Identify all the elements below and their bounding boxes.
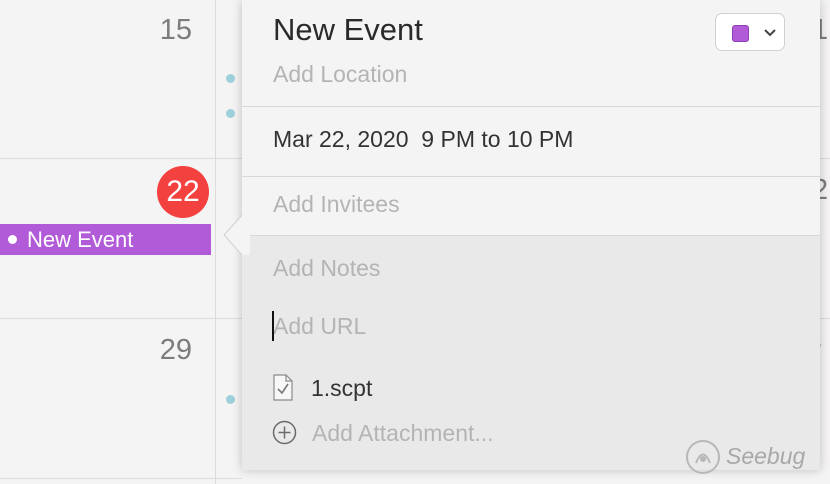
day-number-29[interactable]: 29 — [112, 334, 192, 367]
event-indicator-dot — [226, 395, 235, 404]
location-field[interactable]: Add Location — [273, 61, 407, 88]
event-indicator-dot — [226, 109, 235, 118]
divider — [242, 235, 820, 236]
add-circle-icon[interactable] — [272, 420, 297, 445]
watermark-text: Seebug — [726, 443, 806, 469]
event-title-field[interactable]: New Event — [273, 12, 423, 48]
row-divider — [0, 318, 242, 319]
calendar-event-new-event[interactable]: New Event — [0, 224, 211, 255]
popover-pointer — [223, 215, 250, 255]
divider — [242, 106, 820, 107]
attachment-file-name[interactable]: 1.scpt — [311, 375, 372, 402]
add-attachment-button[interactable]: Add Attachment... — [312, 420, 494, 447]
event-indicator-dot — [226, 74, 235, 83]
row-divider — [0, 158, 242, 159]
watermark: Seebug — [684, 438, 830, 476]
calendar-color-picker[interactable] — [715, 13, 785, 51]
calendar-event-label: New Event — [27, 227, 134, 252]
date-time-field[interactable]: Mar 22, 2020 9 PM to 10 PM — [273, 126, 573, 153]
divider — [242, 176, 820, 177]
row-divider — [0, 478, 242, 479]
chevron-down-icon — [764, 29, 776, 37]
url-field[interactable]: Add URL — [273, 313, 366, 340]
seebug-logo-icon — [686, 440, 720, 474]
color-swatch-icon — [732, 25, 749, 42]
today-badge[interactable]: 22 — [157, 166, 209, 218]
text-cursor — [272, 311, 274, 341]
invitees-field[interactable]: Add Invitees — [273, 191, 400, 218]
event-dot-icon — [8, 234, 17, 244]
column-divider — [215, 0, 216, 484]
script-file-icon — [273, 374, 293, 401]
day-number-15[interactable]: 15 — [112, 14, 192, 47]
notes-field[interactable]: Add Notes — [273, 255, 380, 282]
